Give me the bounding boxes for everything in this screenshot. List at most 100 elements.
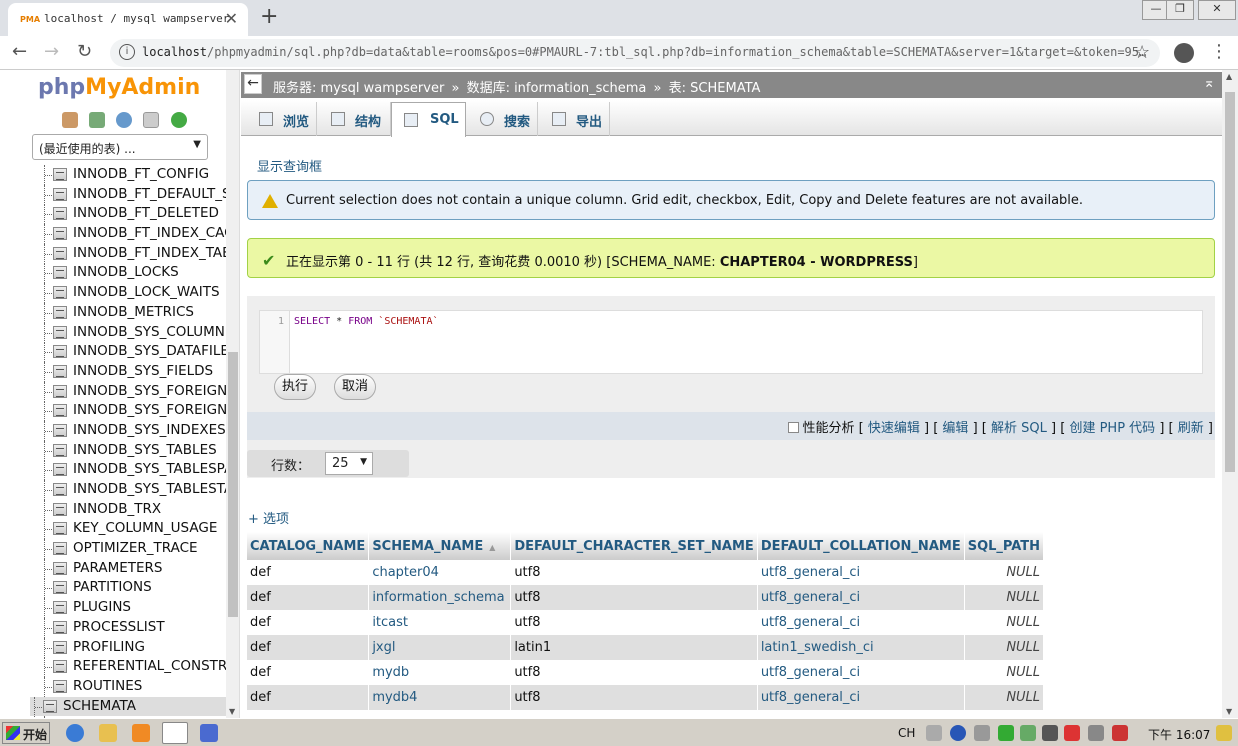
tree-item-table[interactable]: INNODB_TRX: [40, 499, 226, 520]
table-name[interactable]: INNODB_SYS_FOREIGN_: [73, 402, 234, 418]
tree-item-table[interactable]: INNODB_SYS_INDEXES: [40, 420, 226, 441]
table-name[interactable]: INNODB_SYS_DATAFILE: [73, 343, 229, 359]
table-icon[interactable]: [53, 679, 67, 693]
cancel-button[interactable]: 取消: [334, 374, 376, 400]
account-avatar-icon[interactable]: [1174, 43, 1194, 63]
column-header[interactable]: CATALOG_NAME: [247, 532, 370, 560]
table-name[interactable]: KEY_COLUMN_USAGE: [73, 520, 217, 536]
table-cell[interactable]: def: [247, 560, 370, 585]
table-icon[interactable]: [53, 443, 67, 457]
table-icon[interactable]: [53, 207, 67, 221]
table-name[interactable]: INNODB_METRICS: [73, 304, 194, 320]
forward-arrow-icon[interactable]: →: [44, 41, 59, 62]
tab-browse[interactable]: 浏览: [245, 102, 317, 136]
table-name[interactable]: ROUTINES: [73, 678, 142, 694]
nav-scrollbar[interactable]: ▼: [226, 70, 239, 718]
table-cell[interactable]: information_schema: [368, 585, 512, 610]
table-cell[interactable]: def: [247, 635, 370, 660]
tree-item-table[interactable]: INNODB_FT_DEFAULT_S: [40, 184, 231, 205]
tab-search[interactable]: 搜索: [466, 102, 538, 136]
tree-item-table[interactable]: INNODB_FT_INDEX_CAC: [40, 224, 234, 245]
table-cell[interactable]: utf8: [510, 610, 758, 635]
page-scrollbar[interactable]: ▲ ▼: [1222, 70, 1238, 718]
table-cell[interactable]: utf8: [510, 685, 758, 710]
table-cell[interactable]: NULL: [964, 635, 1045, 660]
table-cell[interactable]: utf8_general_ci: [757, 585, 965, 610]
tree-item-table[interactable]: SCHEMATA: [30, 696, 226, 717]
table-cell[interactable]: def: [247, 585, 370, 610]
breadcrumb-server[interactable]: 服务器: mysql wampserver: [273, 81, 444, 96]
table-cell[interactable]: utf8_general_ci: [757, 610, 965, 635]
table-icon[interactable]: [53, 325, 67, 339]
table-name[interactable]: INNODB_SYS_TABLES: [73, 442, 217, 458]
options-link[interactable]: + 选项: [248, 508, 289, 527]
url-bar[interactable]: i localhost/phpmyadmin/sql.php?db=data&t…: [110, 39, 1160, 67]
table-cell[interactable]: chapter04: [368, 560, 512, 585]
clock[interactable]: 下午 16:07: [1148, 726, 1210, 743]
page-scrollbar-thumb[interactable]: [1225, 92, 1235, 472]
table-icon[interactable]: [53, 522, 67, 536]
column-header[interactable]: DEFAULT_COLLATION_NAME: [757, 532, 965, 560]
table-icon[interactable]: [53, 561, 67, 575]
scroll-down-icon[interactable]: ▼: [1226, 707, 1232, 716]
bookmark-star-icon[interactable]: ☆: [1134, 42, 1150, 63]
reload-icon[interactable]: ↻: [77, 41, 92, 62]
table-cell[interactable]: def: [247, 685, 370, 710]
table-cell[interactable]: utf8: [510, 660, 758, 685]
table-name[interactable]: INNODB_SYS_INDEXES: [73, 422, 226, 438]
table-icon[interactable]: [43, 699, 57, 713]
table-icon[interactable]: [53, 483, 67, 496]
tree-item-table[interactable]: PROFILING: [40, 637, 226, 658]
network-icon[interactable]: [1064, 725, 1080, 741]
table-icon[interactable]: [53, 620, 67, 634]
table-cell[interactable]: NULL: [964, 685, 1045, 710]
window-maximize-button[interactable]: ❐: [1166, 0, 1194, 20]
table-icon[interactable]: [53, 364, 67, 378]
table-name[interactable]: INNODB_FT_DEFAULT_S: [73, 186, 231, 202]
table-name[interactable]: PROFILING: [73, 639, 145, 655]
table-name[interactable]: INNODB_LOCK_WAITS: [73, 284, 220, 300]
tree-item-table[interactable]: INNODB_LOCKS: [40, 263, 226, 284]
help-icon[interactable]: [950, 725, 966, 741]
tree-item-table[interactable]: PROCESSLIST: [40, 617, 226, 638]
table-name[interactable]: INNODB_SYS_FIELDS: [73, 363, 213, 379]
table-icon[interactable]: [53, 640, 67, 654]
tab-structure[interactable]: 结构: [317, 102, 391, 136]
tree-item-table[interactable]: INNODB_SYS_FIELDS: [40, 361, 226, 382]
sql-editor[interactable]: 1 SELECT * FROM `SCHEMATA`: [259, 310, 1203, 374]
collapse-nav-button[interactable]: ←: [244, 74, 262, 94]
tray-icon[interactable]: [1112, 725, 1128, 741]
table-name[interactable]: INNODB_SYS_TABLESPA: [73, 461, 233, 477]
table-cell[interactable]: utf8_general_ci: [757, 660, 965, 685]
table-icon[interactable]: [53, 305, 67, 319]
scroll-up-icon[interactable]: ▲: [1226, 72, 1232, 81]
url-text[interactable]: localhost/phpmyadmin/sql.php?db=data&tab…: [142, 45, 1146, 59]
breadcrumb-database[interactable]: 数据库: information_schema: [467, 81, 647, 96]
sql-code[interactable]: SELECT * FROM `SCHEMATA`: [294, 316, 439, 327]
vm-icon[interactable]: [1042, 725, 1058, 741]
reload-nav-icon[interactable]: [170, 112, 187, 128]
tree-item-table[interactable]: PARAMETERS: [40, 558, 226, 579]
table-icon[interactable]: [53, 601, 67, 615]
table-cell[interactable]: def: [247, 660, 370, 685]
table-icon[interactable]: [53, 345, 67, 359]
table-name[interactable]: INNODB_FT_DELETED: [73, 205, 219, 221]
show-query-box-link[interactable]: 显示查询框: [257, 156, 322, 175]
tree-item-table[interactable]: INNODB_SYS_FOREIGN_: [40, 401, 234, 422]
start-button[interactable]: 开始: [2, 722, 50, 744]
table-icon[interactable]: [53, 423, 67, 437]
inline-edit-link[interactable]: 快速编辑: [868, 421, 920, 436]
rows-per-page-select[interactable]: 25 ▼: [325, 452, 373, 475]
table-cell[interactable]: mydb4: [368, 685, 512, 710]
table-icon[interactable]: [53, 168, 67, 181]
tree-item-table[interactable]: PARTITIONS: [40, 578, 226, 599]
table-name[interactable]: INNODB_FT_INDEX_CAC: [73, 225, 234, 241]
tree-item-table[interactable]: INNODB_LOCK_WAITS: [40, 283, 226, 304]
table-name[interactable]: OPTIMIZER_TRACE: [73, 540, 198, 556]
browser-menu-icon[interactable]: ⋮: [1210, 41, 1228, 62]
sql-docs-icon[interactable]: [143, 112, 160, 128]
table-name[interactable]: PLUGINS: [73, 599, 131, 615]
execute-button[interactable]: 执行: [274, 374, 316, 400]
tree-item-table[interactable]: INNODB_SYS_FOREIGN: [40, 381, 227, 402]
phpmyadmin-logo[interactable]: phpMyAdmin: [38, 75, 200, 100]
